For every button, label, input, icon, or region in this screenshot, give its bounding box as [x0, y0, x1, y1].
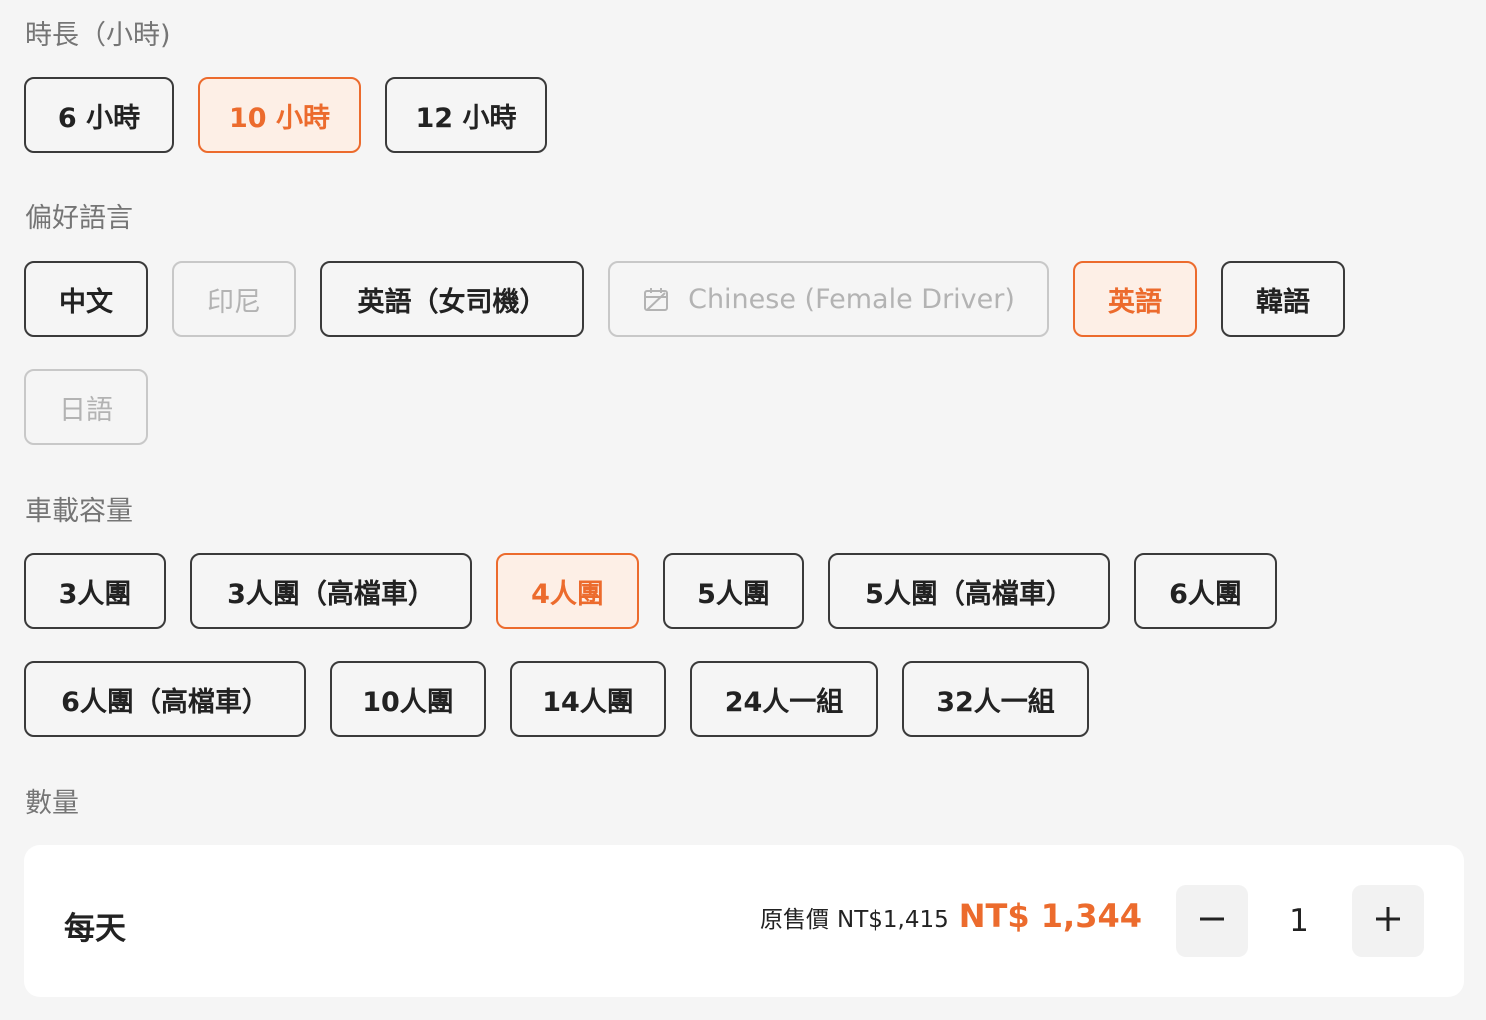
language-option-indonesian: 印尼 [172, 261, 296, 337]
original-price: NT$1,415 [837, 907, 949, 933]
plus-icon [1374, 905, 1402, 937]
increment-button[interactable] [1352, 885, 1424, 957]
language-option-korean[interactable]: 韓語 [1221, 261, 1345, 337]
minus-icon [1198, 905, 1226, 937]
language-option-japanese: 日語 [24, 369, 148, 445]
capacity-option-5[interactable]: 5人團 [663, 553, 804, 629]
capacity-option-6-premium[interactable]: 6人團（高檔車） [24, 661, 306, 737]
language-option-chinese[interactable]: 中文 [24, 261, 148, 337]
capacity-option-4[interactable]: 4人團 [496, 553, 639, 629]
capacity-option-14[interactable]: 14人團 [510, 661, 666, 737]
duration-label: 時長（小時) [25, 20, 171, 51]
calendar-unavailable-icon [642, 285, 670, 313]
capacity-option-5-premium[interactable]: 5人團（高檔車） [828, 553, 1110, 629]
language-option-english-female-driver[interactable]: 英語（女司機） [320, 261, 584, 337]
duration-option-10h[interactable]: 10 小時 [198, 77, 361, 153]
capacity-option-3-premium[interactable]: 3人團（高檔車） [190, 553, 472, 629]
duration-option-6h[interactable]: 6 小時 [24, 77, 174, 153]
capacity-option-3[interactable]: 3人團 [24, 553, 166, 629]
quantity-unit-label: 每天 [64, 911, 126, 947]
capacity-label: 車載容量 [25, 496, 133, 527]
capacity-option-6[interactable]: 6人團 [1134, 553, 1277, 629]
sale-price: NT$ 1,344 [958, 897, 1142, 935]
language-label: 偏好語言 [25, 203, 133, 234]
quantity-card: 每天 原售價 NT$1,415 NT$ 1,344 1 [24, 845, 1464, 997]
quantity-label: 數量 [25, 788, 79, 819]
duration-option-12h[interactable]: 12 小時 [385, 77, 547, 153]
capacity-option-10[interactable]: 10人團 [330, 661, 486, 737]
original-price-label: 原售價 [760, 907, 830, 933]
language-option-english[interactable]: 英語 [1073, 261, 1197, 337]
decrement-button[interactable] [1176, 885, 1248, 957]
capacity-option-32[interactable]: 32人一組 [902, 661, 1089, 737]
price-area: 原售價 NT$1,415 NT$ 1,344 [760, 897, 1142, 935]
capacity-option-24[interactable]: 24人一組 [690, 661, 878, 737]
quantity-value: 1 [1289, 903, 1309, 939]
language-option-chinese-female-driver: Chinese (Female Driver) [608, 261, 1049, 337]
